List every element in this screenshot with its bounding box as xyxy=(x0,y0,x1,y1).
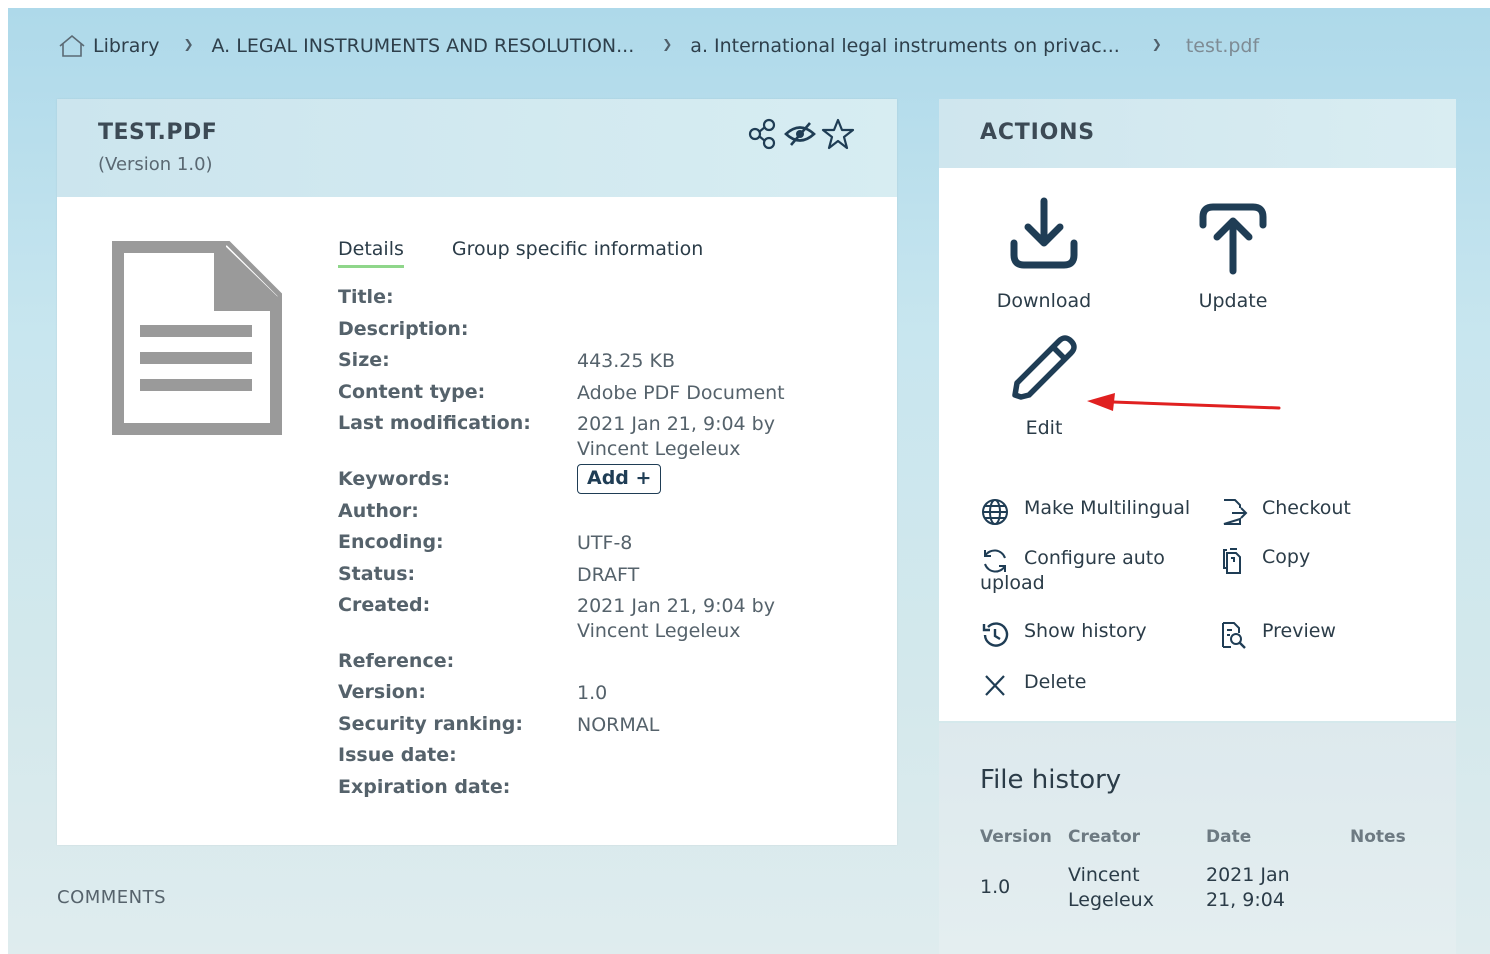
file-history-panel: File history Version Creator Date Notes … xyxy=(939,723,1456,954)
add-keyword-button[interactable]: Add + xyxy=(577,464,662,494)
pencil-icon xyxy=(1012,335,1077,400)
breadcrumb-home-label[interactable]: Library xyxy=(93,35,159,57)
detail-label: Title: xyxy=(338,286,394,308)
breadcrumb-level1[interactable]: A. LEGAL INSTRUMENTS AND RESOLUTION... xyxy=(212,35,635,57)
column-header-notes: Notes xyxy=(1350,827,1406,847)
detail-label: Status: xyxy=(338,563,416,585)
home-icon xyxy=(59,34,85,57)
chevron-right-icon: ❯ xyxy=(662,37,673,51)
column-header-version: Version xyxy=(980,827,1052,847)
breadcrumb: Library ❯ A. LEGAL INSTRUMENTS AND RESOL… xyxy=(57,31,1259,61)
delete-label: Delete xyxy=(1024,671,1087,693)
history-date-cell: 2021 Jan 21, 9:04 xyxy=(1206,863,1290,913)
file-title: TEST.PDF xyxy=(98,120,218,145)
detail-label: Size: xyxy=(338,349,390,371)
copy-button[interactable]: Copy xyxy=(1218,546,1310,576)
chevron-right-icon: ❯ xyxy=(1151,37,1162,51)
actions-header: ACTIONS xyxy=(939,99,1456,168)
detail-value-line: Vincent Legeleux xyxy=(577,438,741,460)
detail-label: Description: xyxy=(338,318,469,340)
preview-button[interactable]: Preview xyxy=(1218,620,1336,650)
detail-label: Expiration date: xyxy=(338,776,511,798)
history-date-line: 2021 Jan xyxy=(1206,864,1290,886)
copy-label: Copy xyxy=(1262,546,1311,568)
history-icon xyxy=(982,622,1009,647)
file-history-title: File history xyxy=(980,765,1122,795)
tab-group-specific-information[interactable]: Group specific information xyxy=(452,238,703,268)
edit-label: Edit xyxy=(1025,417,1063,439)
update-button[interactable]: Update xyxy=(1183,197,1283,312)
history-version-cell: 1.0 xyxy=(980,876,1011,898)
download-icon xyxy=(1010,197,1078,269)
history-creator-line: Legeleux xyxy=(1068,889,1154,911)
detail-label: Author: xyxy=(338,500,419,522)
checkout-icon xyxy=(1223,499,1248,525)
edit-button[interactable]: Edit xyxy=(999,331,1089,439)
history-creator-line: Vincent xyxy=(1068,864,1140,886)
configure-label-line: Configure auto xyxy=(1024,547,1165,569)
file-header-icons xyxy=(745,117,855,151)
detail-value: 2021 Jan 21, 9:04 by Vincent Legeleux xyxy=(577,594,817,644)
detail-value: Add + xyxy=(577,464,817,494)
download-label: Download xyxy=(996,290,1092,312)
detail-value: 1.0 xyxy=(577,682,608,704)
checkout-label: Checkout xyxy=(1262,497,1351,519)
make-multilingual-label: Make Multilingual xyxy=(1024,497,1191,519)
preview-label: Preview xyxy=(1262,620,1336,642)
file-header: TEST.PDF (Version 1.0) xyxy=(57,99,897,197)
share-icon[interactable] xyxy=(745,117,779,151)
history-date-line: 21, 9:04 xyxy=(1206,889,1285,911)
detail-value: 2021 Jan 21, 9:04 by Vincent Legeleux xyxy=(577,412,817,462)
upload-icon xyxy=(1199,203,1267,275)
preview-icon xyxy=(1222,622,1246,649)
detail-value: Adobe PDF Document xyxy=(577,382,785,404)
breadcrumb-current: test.pdf xyxy=(1185,35,1260,57)
detail-label: Reference: xyxy=(338,650,455,672)
show-history-button[interactable]: Show history xyxy=(980,620,1147,650)
column-header-creator: Creator xyxy=(1068,827,1141,847)
breadcrumb-level2[interactable]: a. International legal instruments on pr… xyxy=(690,35,1119,57)
detail-tabs: Details Group specific information xyxy=(338,238,751,268)
copy-icon xyxy=(1223,548,1241,574)
update-label: Update xyxy=(1198,290,1268,312)
detail-label: Encoding: xyxy=(338,531,444,553)
breadcrumb-home[interactable]: Library xyxy=(57,34,159,58)
detail-value: DRAFT xyxy=(577,564,640,586)
detail-value-line: 2021 Jan 21, 9:04 by xyxy=(577,413,775,435)
detail-label: Created: xyxy=(338,594,431,616)
file-version: (Version 1.0) xyxy=(98,154,213,175)
close-icon xyxy=(985,675,1005,696)
file-details-panel: TEST.PDF (Version 1.0) Details Group spe… xyxy=(57,99,897,845)
detail-label: Last modification: xyxy=(338,412,531,434)
globe-icon xyxy=(982,499,1008,525)
detail-label: Version: xyxy=(338,681,426,703)
configure-auto-upload-label: Configure auto xyxy=(1024,546,1165,571)
detail-label: Keywords: xyxy=(338,468,451,490)
configure-auto-upload-button[interactable]: Configure auto upload xyxy=(980,546,1180,594)
make-multilingual-button[interactable]: Make Multilingual xyxy=(980,497,1190,527)
star-icon[interactable] xyxy=(821,117,855,151)
tab-details[interactable]: Details xyxy=(338,238,404,268)
chevron-right-icon: ❯ xyxy=(183,37,194,51)
comments-heading: COMMENTS xyxy=(57,887,167,908)
delete-button[interactable]: Delete xyxy=(980,671,1086,701)
show-history-label: Show history xyxy=(1024,620,1147,642)
actions-title: ACTIONS xyxy=(980,120,1095,145)
detail-value-line: 2021 Jan 21, 9:04 by xyxy=(577,595,775,617)
column-header-date: Date xyxy=(1206,827,1252,847)
document-icon xyxy=(111,240,283,439)
configure-label-line: upload xyxy=(980,572,1045,594)
detail-label: Content type: xyxy=(338,381,486,403)
annotation-arrow-icon xyxy=(1087,393,1281,411)
detail-value: UTF-8 xyxy=(577,532,633,554)
hide-icon[interactable] xyxy=(783,117,817,151)
detail-value: NORMAL xyxy=(577,714,660,736)
download-button[interactable]: Download xyxy=(989,197,1099,312)
detail-label: Issue date: xyxy=(338,744,457,766)
detail-value: 443.25 KB xyxy=(577,350,676,372)
checkout-button[interactable]: Checkout xyxy=(1218,497,1351,527)
detail-value-line: Vincent Legeleux xyxy=(577,620,741,642)
detail-label: Security ranking: xyxy=(338,713,523,735)
history-creator-cell: Vincent Legeleux xyxy=(1068,863,1154,913)
